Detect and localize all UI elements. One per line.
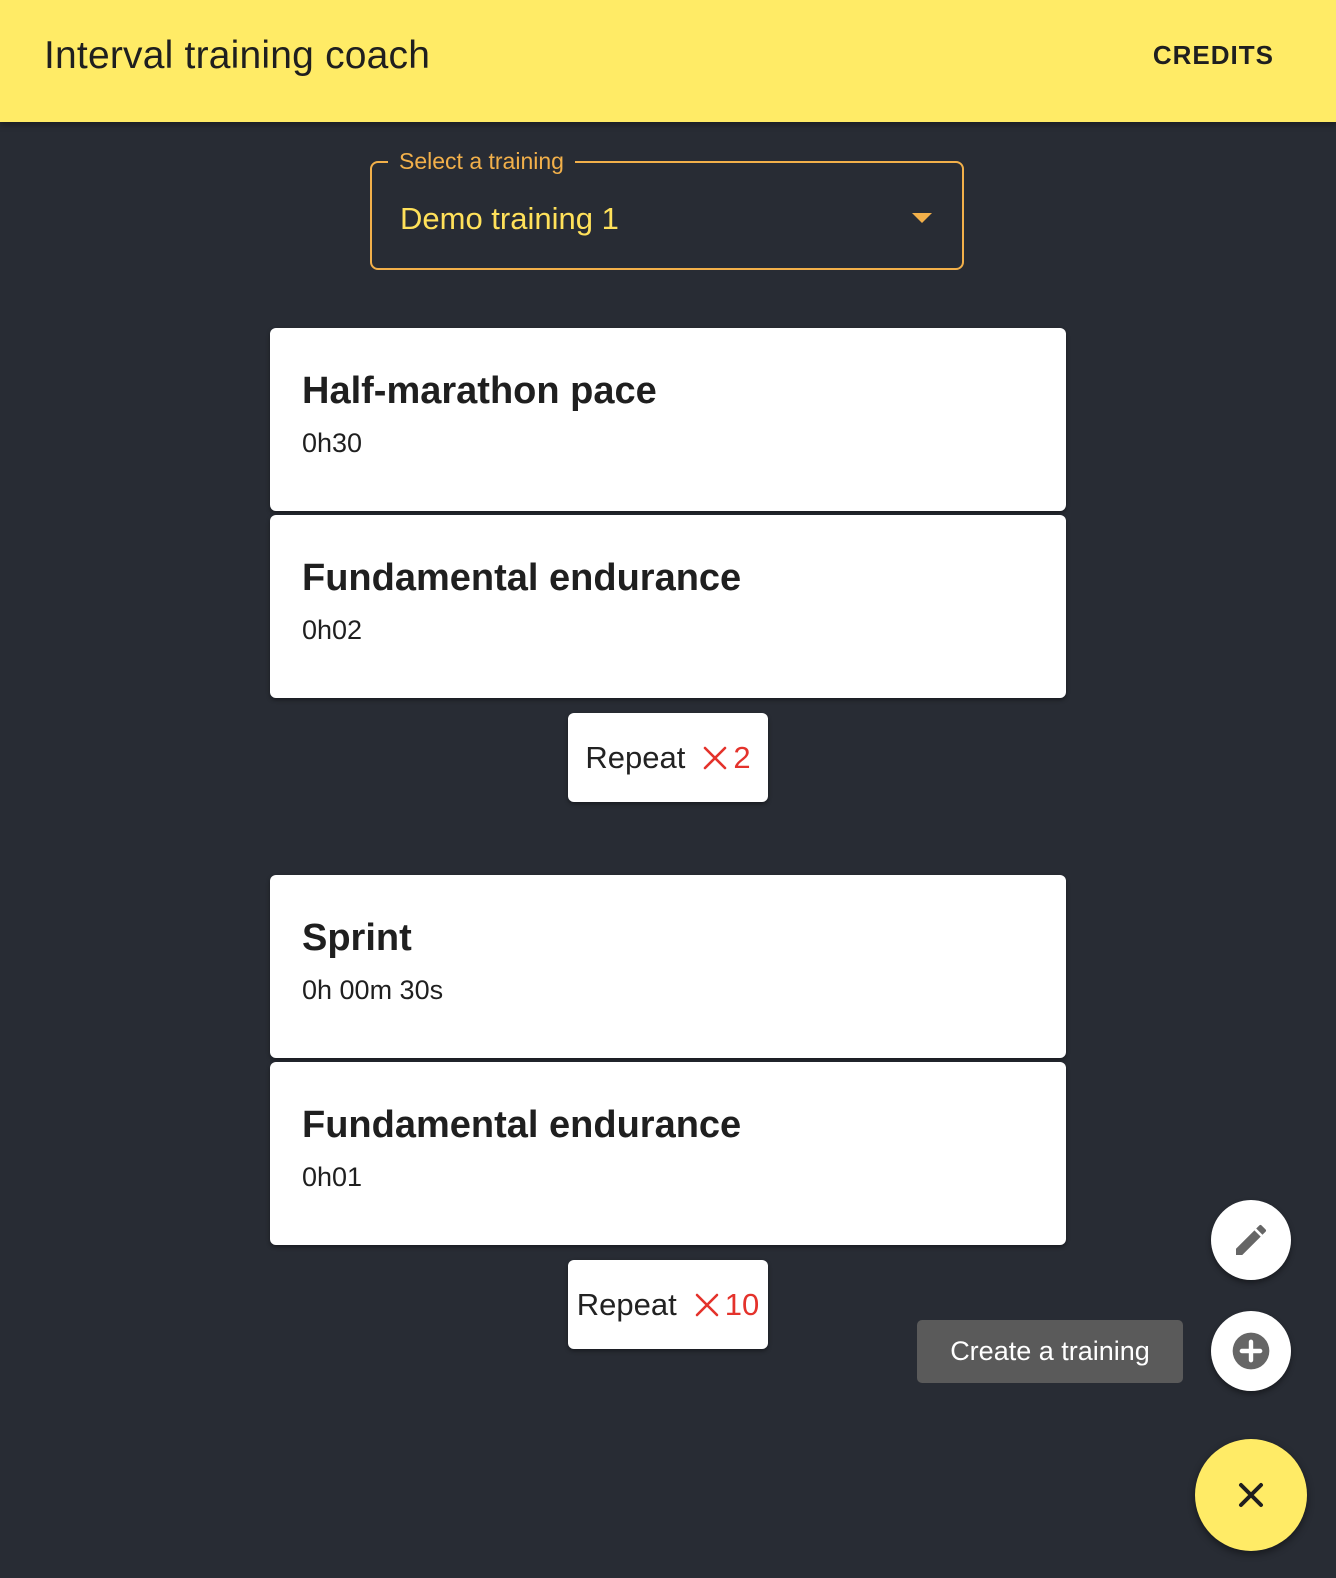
repeat-count: 10 [724, 1286, 760, 1322]
repeat-count: 2 [733, 739, 751, 775]
step-name: Fundamental endurance [302, 1104, 742, 1146]
step-name: Sprint [302, 917, 412, 959]
step-duration: 0h02 [302, 615, 363, 645]
times-icon [695, 1293, 719, 1316]
step-name: Half-marathon pace [302, 370, 657, 412]
repeat-label: Repeat [576, 1286, 677, 1322]
step-name: Fundamental endurance [302, 557, 742, 599]
step-duration: 0h 00m 30s [302, 975, 444, 1005]
step-duration: 0h01 [302, 1162, 363, 1192]
training-select[interactable]: Select a training Demo training 1 [370, 148, 964, 270]
repeat-times: 10 [695, 1287, 759, 1323]
step-card[interactable]: Fundamental endurance 0h02 [270, 515, 1066, 698]
repeat-label: Repeat [585, 739, 686, 775]
repeat-times: 2 [703, 739, 751, 776]
edit-training-button[interactable] [1211, 1200, 1291, 1280]
times-icon [704, 746, 727, 769]
create-training-button[interactable] [1211, 1311, 1291, 1391]
step-card[interactable]: Sprint 0h 00m 30s [270, 875, 1066, 1058]
step-card[interactable]: Fundamental endurance 0h01 [270, 1062, 1066, 1245]
speed-dial-close-button[interactable] [1195, 1439, 1307, 1551]
app-title: Interval training coach [44, 34, 431, 77]
repeat-chip[interactable]: Repeat 10 [568, 1260, 768, 1349]
training-select-label: Select a training [388, 148, 575, 174]
step-card[interactable]: Half-marathon pace 0h30 [270, 328, 1066, 511]
pencil-icon [1236, 1224, 1267, 1255]
add-circle-icon [1232, 1332, 1270, 1370]
dropdown-arrow-icon [912, 213, 932, 223]
training-select-value: Demo training 1 [400, 201, 619, 236]
create-training-tooltip: Create a training [917, 1320, 1183, 1383]
app-bar: Interval training coach CREDITS [0, 0, 1336, 122]
credits-button[interactable]: CREDITS [1153, 40, 1274, 71]
close-icon [1239, 1483, 1263, 1507]
repeat-chip[interactable]: Repeat 2 [568, 713, 768, 802]
step-duration: 0h30 [302, 428, 363, 458]
